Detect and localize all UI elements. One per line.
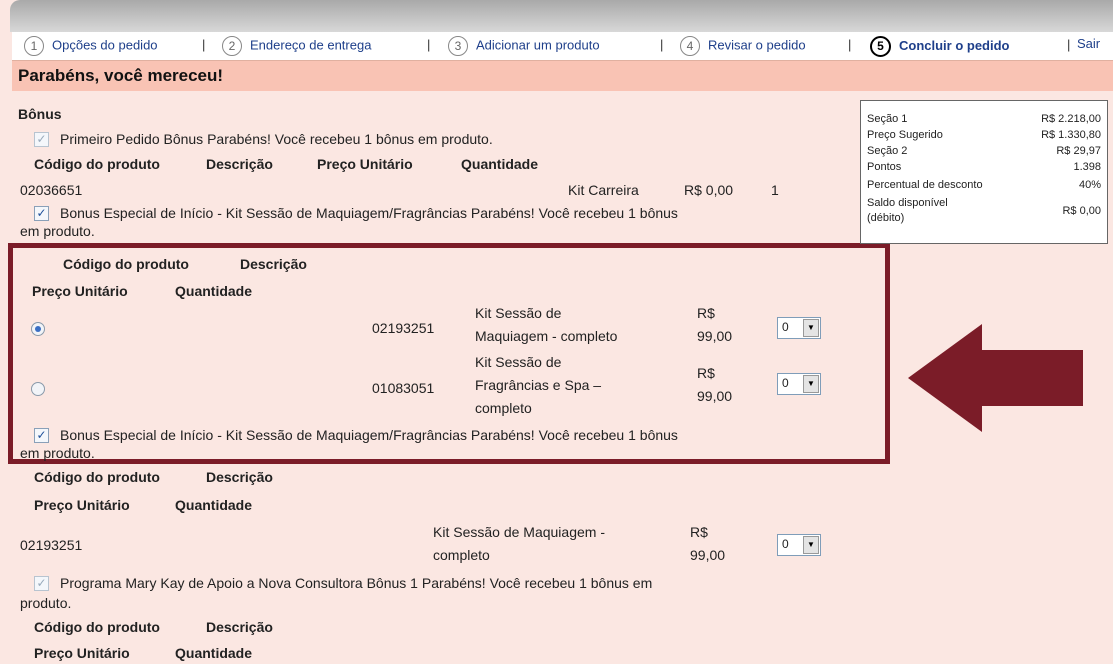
- step-number: 4: [680, 36, 700, 56]
- step-number: 2: [222, 36, 242, 56]
- bonus3-qty-select[interactable]: 0 ▼: [777, 534, 821, 556]
- col-quantidade: Quantidade: [175, 645, 253, 661]
- col-quantidade: Quantidade: [175, 283, 253, 299]
- bonus3-price-currency: R$: [690, 524, 708, 540]
- chevron-down-icon: ▼: [803, 536, 819, 554]
- step-navigation: 1 Opções do pedido | 2 Endereço de entrega…: [12, 32, 1113, 60]
- option2-desc-line3: completo: [475, 400, 532, 416]
- option1-price-currency: R$: [697, 305, 715, 321]
- separator: |: [1067, 37, 1071, 52]
- option1-desc-line1: Kit Sessão de: [475, 305, 562, 321]
- bonus2-checkbox[interactable]: ✓: [34, 206, 49, 221]
- bonus4-text-cont: produto.: [20, 595, 72, 611]
- bonus1-code: 02036651: [20, 182, 83, 198]
- step-label: Revisar o pedido: [708, 37, 806, 53]
- step-endereco[interactable]: 2 Endereço de entrega: [222, 36, 371, 56]
- col-preco: Preço Unitário: [32, 283, 128, 299]
- step-number: 5: [870, 36, 891, 57]
- step-number: 3: [448, 36, 468, 56]
- col-descricao: Descrição: [206, 469, 273, 485]
- col-descricao: Descrição: [206, 619, 273, 635]
- bonus-section-title: Bônus: [18, 106, 62, 122]
- select-value: 0: [782, 537, 789, 551]
- page-title: Parabéns, você mereceu!: [18, 66, 224, 85]
- option1-desc-line2: Maquiagem - completo: [475, 328, 618, 344]
- step-revisar[interactable]: 4 Revisar o pedido: [680, 36, 806, 56]
- bonus3-code: 02193251: [20, 537, 83, 553]
- col-preco: Preço Unitário: [317, 156, 413, 172]
- col-quantidade: Quantidade: [461, 156, 539, 172]
- sair-link[interactable]: Sair: [1077, 36, 1100, 51]
- col-preco: Preço Unitário: [34, 497, 130, 513]
- bonus1-text: Primeiro Pedido Bônus Parabéns! Você rec…: [60, 131, 493, 147]
- option2-code: 01083051: [372, 380, 435, 396]
- bonus1-qty: 1: [771, 182, 779, 198]
- bonus3-text-cont: em produto.: [20, 445, 95, 461]
- option-radio-fragrancias[interactable]: [31, 382, 45, 396]
- option2-price-currency: R$: [697, 365, 715, 381]
- step-number: 1: [24, 36, 44, 56]
- bonus3-text: Bonus Especial de Início - Kit Sessão de…: [60, 427, 678, 443]
- separator: |: [848, 37, 852, 52]
- bonus1-desc: Kit Carreira: [568, 182, 639, 198]
- top-bar: [10, 0, 1113, 32]
- bonus3-desc-line2: completo: [433, 547, 490, 563]
- step-label: Endereço de entrega: [250, 37, 372, 53]
- step-opcoes[interactable]: 1 Opções do pedido: [24, 36, 158, 56]
- chevron-down-icon: ▼: [803, 319, 819, 337]
- select-value: 0: [782, 320, 789, 334]
- order-summary: Seção 1 R$ 2.218,00 Preço Sugerido R$ 1.33…: [860, 100, 1108, 244]
- col-descricao: Descrição: [206, 156, 273, 172]
- col-codigo: Código do produto: [34, 619, 160, 635]
- bonus2-text-cont: em produto.: [20, 223, 95, 239]
- col-codigo: Código do produto: [34, 469, 160, 485]
- select-value: 0: [782, 376, 789, 390]
- step-label: Opções do pedido: [52, 37, 158, 53]
- bonus4-text: Programa Mary Kay de Apoio a Nova Consul…: [60, 575, 653, 591]
- bonus1-checkbox: ✓: [34, 132, 49, 147]
- option-radio-maquiagem[interactable]: [31, 322, 45, 336]
- col-quantidade: Quantidade: [175, 497, 253, 513]
- step-label: Adicionar um produto: [476, 37, 600, 53]
- bonus3-price: 99,00: [690, 547, 726, 563]
- step-adicionar[interactable]: 3 Adicionar um produto: [448, 36, 600, 56]
- option1-code: 02193251: [372, 320, 435, 336]
- bonus2-text: Bonus Especial de Início - Kit Sessão de…: [60, 205, 678, 221]
- separator: |: [202, 37, 206, 52]
- arrow-left-icon: [908, 324, 1083, 432]
- option1-qty-select[interactable]: 0 ▼: [777, 317, 821, 339]
- separator: |: [660, 37, 664, 52]
- col-preco: Preço Unitário: [34, 645, 130, 661]
- col-codigo: Código do produto: [63, 256, 189, 272]
- option2-price: 99,00: [697, 388, 733, 404]
- option2-desc-line1: Kit Sessão de: [475, 354, 562, 370]
- option2-desc-line2: Fragrâncias e Spa –: [475, 377, 602, 393]
- chevron-down-icon: ▼: [803, 375, 819, 393]
- col-codigo: Código do produto: [34, 156, 160, 172]
- option2-qty-select[interactable]: 0 ▼: [777, 373, 821, 395]
- col-descricao: Descrição: [240, 256, 307, 272]
- bonus3-checkbox[interactable]: ✓: [34, 428, 49, 443]
- step-label: Concluir o pedido: [899, 37, 1010, 53]
- bonus4-checkbox: ✓: [34, 576, 49, 591]
- step-concluir[interactable]: 5 Concluir o pedido: [870, 36, 1010, 57]
- bonus3-desc-line1: Kit Sessão de Maquiagem -: [433, 524, 605, 540]
- bonus1-price: R$ 0,00: [684, 182, 734, 198]
- separator: |: [427, 37, 431, 52]
- option1-price: 99,00: [697, 328, 733, 344]
- page-header: Parabéns, você mereceu!: [12, 60, 1113, 91]
